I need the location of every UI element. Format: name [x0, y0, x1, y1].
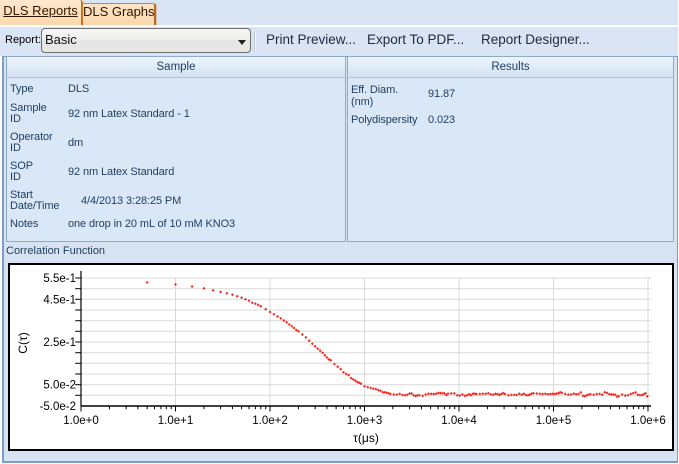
svg-text:5.0e-2: 5.0e-2	[43, 380, 76, 392]
svg-text:1.0e+6: 1.0e+6	[630, 415, 666, 427]
svg-text:2.5e-1: 2.5e-1	[43, 337, 76, 349]
svg-text:1.0e+1: 1.0e+1	[158, 415, 194, 427]
svg-text:5.5e-1: 5.5e-1	[43, 273, 76, 285]
svg-text:1.0e+2: 1.0e+2	[252, 415, 288, 427]
svg-text:1.0e+3: 1.0e+3	[347, 415, 383, 427]
svg-text:-5.0e-2: -5.0e-2	[40, 401, 76, 413]
svg-text:1.0e+4: 1.0e+4	[441, 415, 477, 427]
svg-text:1.0e+0: 1.0e+0	[63, 415, 99, 427]
svg-text:C(τ): C(τ)	[16, 332, 30, 353]
svg-text:τ(μs): τ(μs)	[353, 431, 379, 445]
svg-text:1.0e+5: 1.0e+5	[536, 415, 572, 427]
svg-text:4.5e-1: 4.5e-1	[43, 294, 76, 306]
